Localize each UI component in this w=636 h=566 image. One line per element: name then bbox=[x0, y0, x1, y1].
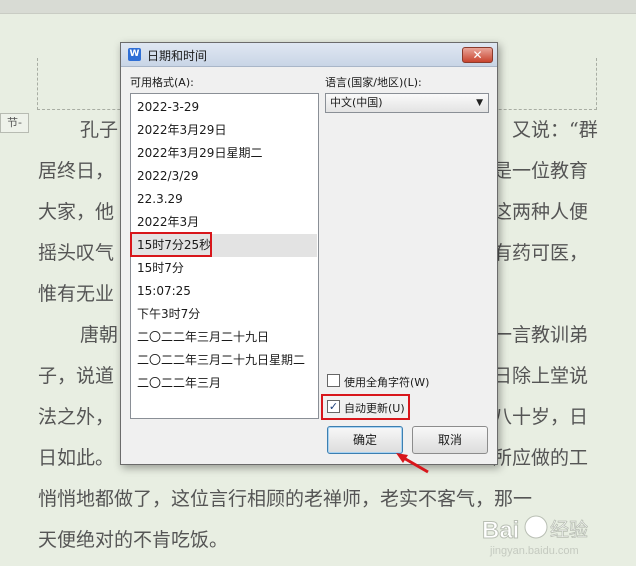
baidu-jingyan-watermark: Bai 经验 jingyan.baidu.com bbox=[478, 508, 628, 560]
fullwidth-checkbox[interactable] bbox=[327, 374, 340, 387]
doc-line: 所应做的工 bbox=[493, 447, 589, 469]
svg-text:Bai: Bai bbox=[482, 517, 519, 544]
close-button[interactable]: ✕ bbox=[462, 47, 493, 63]
doc-line: 摇头叹气 bbox=[38, 242, 115, 264]
top-toolbar-band bbox=[0, 0, 636, 14]
doc-line: 居终日， bbox=[38, 160, 115, 182]
svg-text:经验: 经验 bbox=[550, 519, 588, 541]
doc-line: 天便绝对的不肯吃饭。 bbox=[38, 529, 229, 551]
date-time-dialog: W 日期和时间 ✕ 可用格式(A): 2022-3-29 2022年3月29日 … bbox=[120, 42, 498, 465]
selected-format-highlight bbox=[130, 232, 212, 257]
fullwidth-label[interactable]: 使用全角字符(W) bbox=[344, 374, 429, 390]
format-item[interactable]: 22.3.29 bbox=[132, 188, 317, 211]
dropdown-arrow-icon: ▼ bbox=[476, 98, 483, 108]
format-item[interactable]: 2022/3/29 bbox=[132, 165, 317, 188]
doc-line: 是一位教育 bbox=[493, 160, 589, 182]
format-item[interactable]: 下午3时7分 bbox=[132, 303, 317, 326]
format-item[interactable]: 二〇二二年三月二十九日星期二 bbox=[132, 349, 317, 372]
format-item[interactable]: 15时7分 bbox=[132, 257, 317, 280]
format-item[interactable]: 2022年3月29日 bbox=[132, 119, 317, 142]
doc-line: 孔子 bbox=[80, 119, 119, 141]
red-arrow-icon bbox=[396, 453, 429, 474]
language-select[interactable]: 中文(中国) ▼ bbox=[325, 93, 489, 113]
doc-line: 有药可医， bbox=[493, 242, 589, 264]
format-item[interactable]: 2022-3-29 bbox=[132, 96, 317, 119]
baidu-logo-icon: Bai 经验 jingyan.baidu.com bbox=[482, 515, 588, 557]
language-label: 语言(国家/地区)(L): bbox=[325, 76, 422, 89]
doc-line: 这两种人便 bbox=[493, 201, 589, 223]
doc-line: 唐朝 bbox=[80, 324, 119, 346]
wps-writer-icon: W bbox=[128, 48, 141, 61]
format-item[interactable]: 二〇二二年三月 bbox=[132, 372, 317, 395]
dialog-titlebar[interactable]: W 日期和时间 ✕ bbox=[121, 43, 497, 67]
doc-line: 一言教训弟 bbox=[493, 324, 589, 346]
doc-line: 悄悄地都做了，这位言行相顾的老禅师，老实不客气，那一 bbox=[38, 488, 533, 510]
doc-line: 惟有无业 bbox=[38, 283, 115, 305]
formats-label: 可用格式(A): bbox=[130, 76, 194, 89]
doc-line: 日如此。 bbox=[38, 447, 115, 469]
doc-line: 八十岁，日 bbox=[493, 406, 589, 428]
format-item[interactable]: 二〇二二年三月二十九日 bbox=[132, 326, 317, 349]
format-item[interactable]: 2022年3月29日星期二 bbox=[132, 142, 317, 165]
doc-line: 法之外， bbox=[38, 406, 115, 428]
doc-line: 子，说道 bbox=[38, 365, 115, 387]
svg-text:jingyan.baidu.com: jingyan.baidu.com bbox=[489, 545, 579, 557]
section-tag[interactable]: 节- bbox=[0, 113, 29, 133]
doc-line: 又说：“群 bbox=[512, 119, 598, 141]
doc-line: 日除上堂说 bbox=[493, 365, 589, 387]
language-value: 中文(中国) bbox=[330, 96, 383, 109]
format-item[interactable]: 15:07:25 bbox=[132, 280, 317, 303]
auto-update-highlight bbox=[321, 394, 410, 420]
format-item[interactable]: 2022年3月 bbox=[132, 211, 317, 234]
dialog-title: 日期和时间 bbox=[147, 49, 208, 63]
doc-line: 大家，他 bbox=[38, 201, 115, 223]
close-icon: ✕ bbox=[472, 48, 483, 62]
